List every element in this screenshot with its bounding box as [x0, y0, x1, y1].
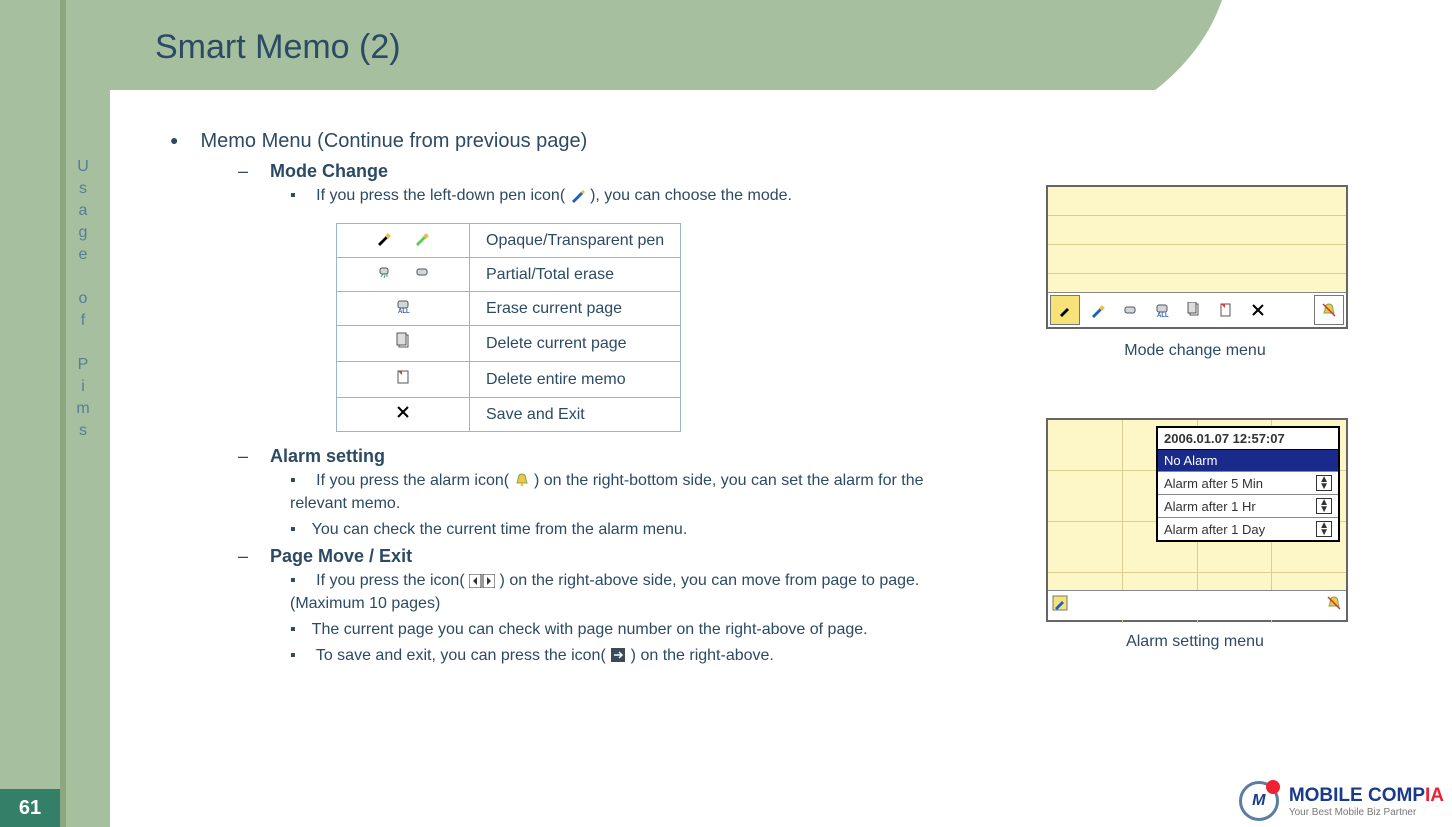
page-nav-icon — [469, 574, 495, 594]
alarm-timestamp: 2006.01.07 12:57:07 — [1158, 428, 1338, 450]
table-row: Delete entire memo — [337, 362, 681, 398]
heading-memo-menu: Memo Menu (Continue from previous page) — [170, 130, 1412, 153]
total-erase-icon — [414, 264, 430, 285]
logo-badge-icon: M — [1239, 781, 1279, 821]
toolbar-delete-page-icon[interactable] — [1180, 296, 1208, 324]
alarm-option-1day[interactable]: Alarm after 1 Day▲▼ — [1158, 518, 1338, 540]
toolbar-erase-all-icon[interactable]: ALL — [1148, 296, 1176, 324]
alarm-desc-2: You can check the current time from the … — [290, 520, 980, 540]
delete-memo-icon — [394, 373, 412, 390]
footer-logo: M MOBILE COMPIA Your Best Mobile Biz Par… — [1239, 781, 1444, 821]
content-area: Memo Menu (Continue from previous page) … — [110, 90, 1452, 827]
bell-icon — [514, 472, 530, 494]
sidebar-divider — [60, 0, 66, 827]
spinner-icon[interactable]: ▲▼ — [1316, 498, 1332, 514]
left-sidebar-band — [0, 0, 110, 827]
toolbar-erase-partial-icon[interactable] — [1116, 296, 1144, 324]
table-row: Save and Exit — [337, 398, 681, 432]
close-icon — [395, 407, 411, 424]
toolbar-pen-opaque-icon[interactable] — [1050, 295, 1080, 325]
logo-text: MOBILE COMPIA — [1289, 785, 1444, 806]
opaque-pen-icon — [376, 230, 392, 251]
table-row: Partial/Total erase — [337, 258, 681, 292]
transparent-pen-icon — [414, 230, 430, 251]
page-number: 61 — [0, 789, 60, 827]
subhead-mode-change: Mode Change — [238, 161, 1412, 182]
caption-alarm-setting: Alarm setting menu — [1046, 633, 1344, 651]
svg-text:ALL: ALL — [1157, 313, 1169, 318]
sidebar-vertical-label: Usage of Pims — [74, 156, 92, 442]
spinner-icon[interactable]: ▲▼ — [1316, 475, 1332, 491]
alarm-popup: 2006.01.07 12:57:07 No Alarm Alarm after… — [1156, 426, 1340, 542]
table-row: Delete current page — [337, 326, 681, 362]
page-move-desc-1: If you press the icon( ) on the right-ab… — [290, 571, 980, 614]
toolbar-pen-transparent-icon[interactable] — [1084, 296, 1112, 324]
title-swoosh — [1082, 0, 1452, 90]
alarm-setting-screenshot: 2006.01.07 12:57:07 No Alarm Alarm after… — [1046, 418, 1348, 622]
table-row: ALL Erase current page — [337, 292, 681, 326]
table-row: Opaque/Transparent pen — [337, 224, 681, 258]
alarm-off-icon[interactable] — [1326, 595, 1342, 616]
toolbar-close-icon[interactable] — [1244, 296, 1272, 324]
toolbar-delete-memo-icon[interactable] — [1212, 296, 1240, 324]
caption-mode-change: Mode change menu — [1046, 342, 1344, 360]
erase-page-icon: ALL — [395, 301, 411, 318]
svg-text:ALL: ALL — [398, 309, 410, 314]
logo-tagline: Your Best Mobile Biz Partner — [1289, 807, 1444, 818]
pen-icon — [570, 187, 586, 209]
page-move-desc-3: To save and exit, you can press the icon… — [290, 646, 980, 669]
page-move-desc-2: The current page you can check with page… — [290, 620, 980, 640]
spinner-icon[interactable]: ▲▼ — [1316, 521, 1332, 537]
alarm-desc-1: If you press the alarm icon( ) on the ri… — [290, 471, 980, 514]
toolbar-alarm-icon[interactable] — [1314, 295, 1344, 325]
partial-erase-icon — [376, 264, 392, 285]
exit-icon — [610, 647, 626, 669]
mode-change-desc: If you press the left-down pen icon( ), … — [290, 186, 980, 209]
edit-pen-icon[interactable] — [1052, 595, 1068, 616]
mode-change-screenshot: ALL — [1046, 185, 1348, 329]
mode-table: Opaque/Transparent pen Partial/Total era… — [336, 223, 681, 432]
alarm-option-5min[interactable]: Alarm after 5 Min▲▼ — [1158, 472, 1338, 495]
alarm-option-no-alarm[interactable]: No Alarm — [1158, 450, 1338, 472]
page-title: Smart Memo (2) — [155, 28, 401, 67]
delete-page-icon — [394, 337, 412, 354]
alarm-option-1hr[interactable]: Alarm after 1 Hr▲▼ — [1158, 495, 1338, 518]
